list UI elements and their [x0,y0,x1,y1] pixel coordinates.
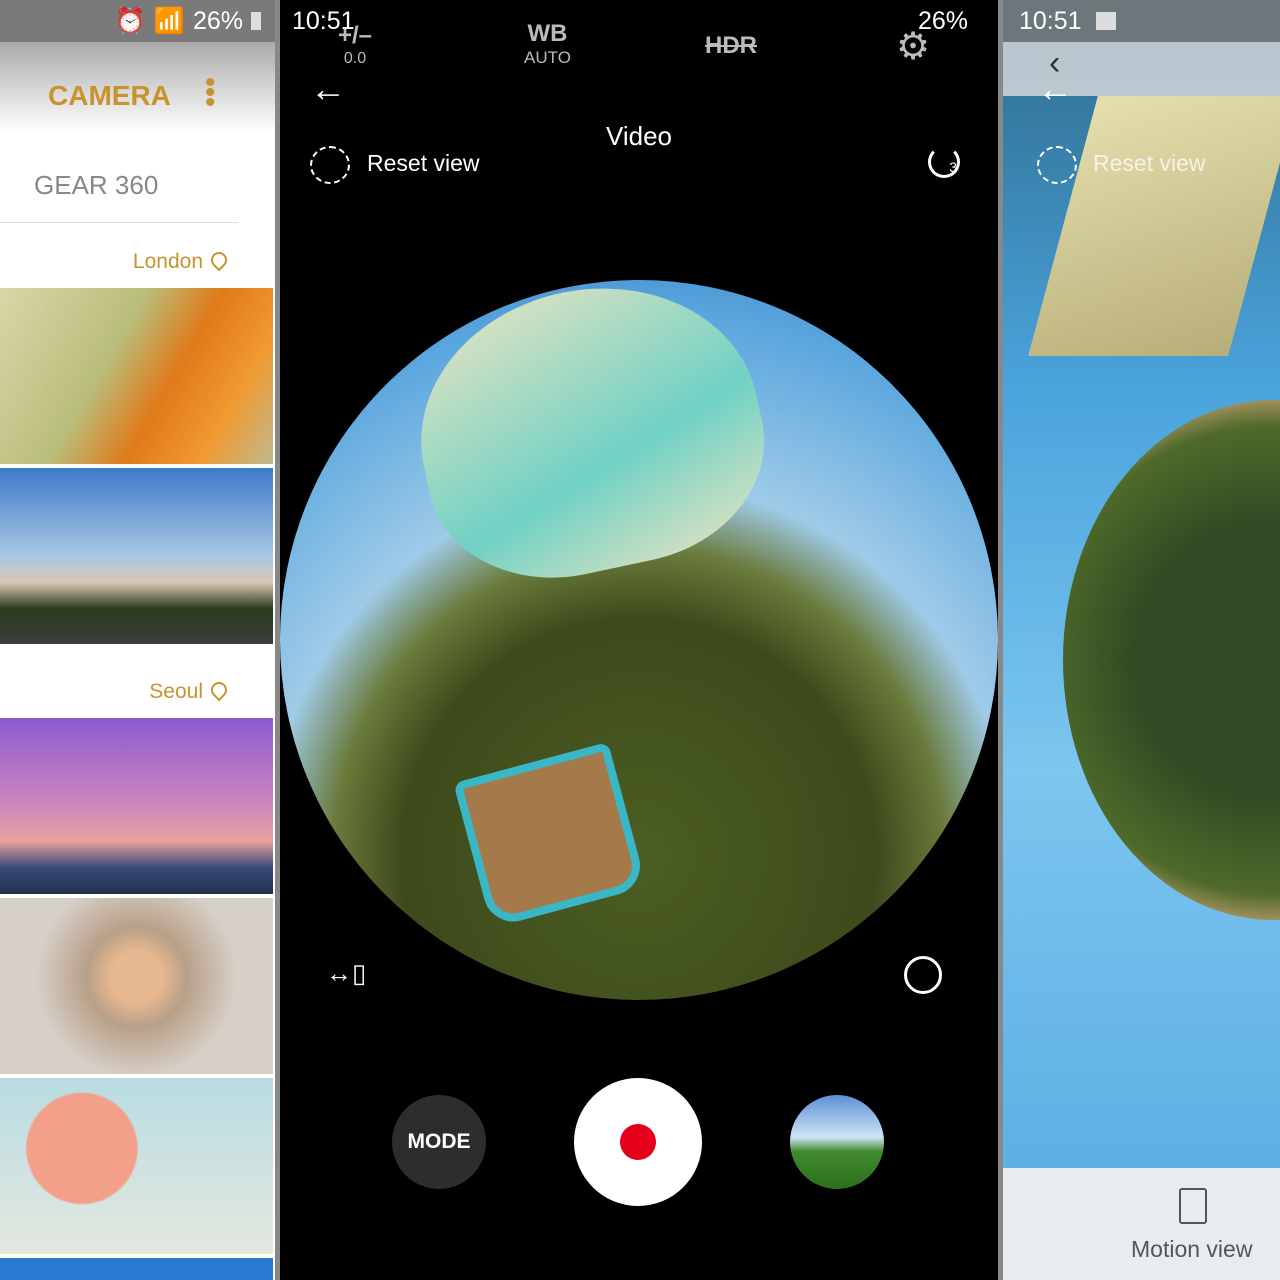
balloon-basket [453,741,647,929]
divider [0,222,238,223]
white-balance-control[interactable]: WB AUTO [524,20,571,68]
back-arrow-icon[interactable]: ← [310,68,346,110]
record-icon [620,1124,656,1160]
image-icon [1095,12,1116,30]
photo-thumbnail[interactable] [0,468,273,644]
bottom-bar: Motion view [1003,1168,1280,1280]
back-arrow-icon[interactable]: ← [1037,68,1073,110]
photo-thumbnail[interactable] [0,1078,273,1254]
battery-level: 26% [192,6,243,35]
location-label: Seoul [149,678,231,704]
photo-thumbnail[interactable] [0,718,273,894]
wb-value: AUTO [524,48,571,67]
alarm-icon: ⏰ [114,6,146,35]
photo-thumbnail[interactable] [0,1258,273,1280]
mode-button[interactable]: MODE [392,1095,486,1189]
status-time: 10:51 [1019,6,1082,35]
hdr-off-toggle[interactable]: HDR [705,32,757,60]
location-text: Seoul [149,680,203,703]
settings-gear-icon[interactable]: ⚙ [896,24,930,69]
motion-view-button[interactable]: Motion view [1131,1236,1252,1263]
gallery-thumbnail-button[interactable] [790,1095,884,1189]
exposure-control[interactable]: +/– 0.0 [338,22,372,68]
balloon-envelope [394,280,786,603]
exposure-label: +/– [338,22,373,49]
location-pin-icon [207,678,231,702]
photo-thumbnail[interactable] [0,898,273,1074]
mode-title: Video [605,121,673,151]
record-button[interactable] [574,1078,702,1206]
motion-view-panel: 10:51 ‹ ← Reset view Motion view [1003,0,1280,1280]
reset-view-button[interactable]: Reset view [367,150,479,177]
gallery-panel: ⏰ 📶 26% CAMERA • • • GEAR 360 London Seoul [0,0,275,1280]
reset-view-button[interactable]: Reset view [1093,150,1205,177]
camera-viewfinder-panel: 10:51 26% +/– 0.0 WB AUTO HDR ⚙ ← Reset vi… [280,0,998,1280]
motion-view-icon[interactable] [1179,1188,1207,1224]
app-header: CAMERA • • • [0,42,275,132]
more-vert-icon[interactable]: • • • [205,68,216,118]
status-bar: ⏰ 📶 26% [0,0,275,42]
exposure-value: 0.0 [343,50,367,67]
status-bar: 10:51 [1003,0,1280,42]
location-label: London [132,248,231,274]
view-rotate-icon[interactable]: ↔▯ [326,958,366,989]
360-preview[interactable] [280,280,998,1000]
photo-thumbnail[interactable] [0,288,273,464]
app-title: CAMERA [48,80,171,111]
balloon-envelope [1028,96,1280,356]
globe-grid-icon[interactable] [904,956,942,994]
tiny-planet-image [1063,400,1280,920]
wb-label: WB [527,20,568,47]
wifi-icon: 📶 [153,6,185,35]
reset-view-icon[interactable] [1037,146,1077,184]
timer-value: 3 [949,159,957,175]
timer-icon[interactable]: 3 [928,146,960,178]
battery-icon [251,12,261,30]
location-text: London [132,250,203,273]
status-bar: 10:51 26% [280,0,998,42]
location-pin-icon [207,248,231,272]
device-name: GEAR 360 [34,170,159,200]
